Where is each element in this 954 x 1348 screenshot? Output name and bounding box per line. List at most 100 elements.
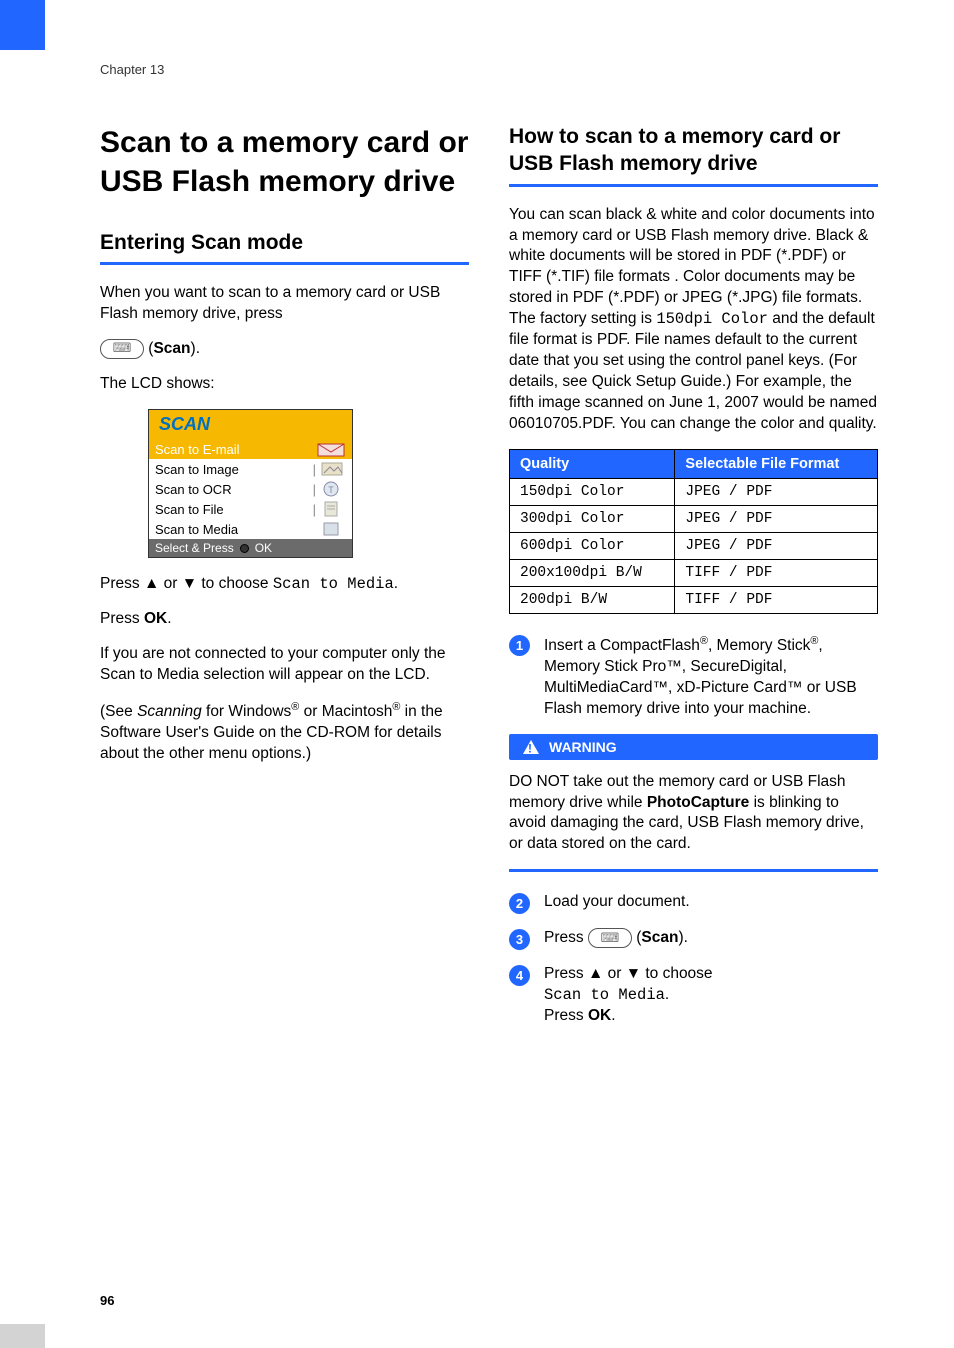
paragraph: You can scan black & white and color doc… [509,205,878,435]
step-body: Insert a CompactFlash®, Memory Stick®, M… [544,634,878,720]
paragraph: Press OK. [100,609,469,630]
lcd-item-label: Scan to OCR [155,482,313,497]
step-number: 1 [509,635,530,656]
svg-text:T: T [328,485,334,495]
lcd-item: Scan to Image | [149,459,352,479]
table-row: 600dpi ColorJPEG / PDF [510,532,878,559]
table-row: 150dpi ColorJPEG / PDF [510,478,878,505]
cell: 200dpi B/W [510,586,675,613]
lcd-item-selected: Scan to E-mail [149,439,352,459]
cell: 200x100dpi B/W [510,559,675,586]
page-number: 96 [100,1293,114,1308]
main-heading: Scan to a memory card or USB Flash memor… [100,123,469,201]
text: You can scan black & white and color doc… [509,206,875,328]
scan-key-icon: ⌨ [588,928,632,948]
lcd-footer-text: Select & Press [155,541,234,555]
cell: JPEG / PDF [675,478,878,505]
lcd-title: SCAN [149,410,352,439]
down-arrow-icon: ▼ [182,575,197,592]
step-number: 2 [509,893,530,914]
step-body: Load your document. [544,892,690,913]
text: Press [100,575,144,592]
lcd-item-label: Scan to Media [155,522,316,537]
text: Press [100,610,144,627]
table-row: 200dpi B/WTIFF / PDF [510,586,878,613]
text: (See [100,703,137,720]
warning-header: ! WARNING [509,734,878,760]
lcd-footer: Select & Press OK [149,539,352,557]
warning-exclamation-icon: ! [528,741,532,755]
step-body: Press ⌨ (Scan). [544,928,688,949]
warning-rule [509,869,878,872]
step-number: 3 [509,929,530,950]
paragraph: (See Scanning for Windows® or Macintosh®… [100,700,469,765]
lcd-footer-ok: OK [255,541,272,555]
ok-label: OK [588,1007,611,1024]
down-arrow-icon: ▼ [626,965,641,982]
quality-table: Quality Selectable File Format 150dpi Co… [509,449,878,614]
text: and the default file format is PDF. File… [509,310,877,432]
heading-rule [100,262,469,265]
col-header-format: Selectable File Format [675,449,878,478]
text: for Windows [202,703,292,720]
text: or Macintosh [299,703,392,720]
col-header-quality: Quality [510,449,675,478]
step-3: 3 Press ⌨ (Scan). [509,928,878,950]
mono-value: Scan to Media [273,575,394,593]
cell: JPEG / PDF [675,505,878,532]
mono-value: 150dpi Color [656,310,768,328]
cell: 300dpi Color [510,505,675,532]
up-arrow-icon: ▲ [144,575,159,592]
page: Chapter 13 Scan to a memory card or USB … [0,0,954,1348]
paragraph: If you are not connected to your compute… [100,644,469,686]
side-tab-top [0,0,45,50]
text: When you want to scan to a memory card o… [100,284,440,322]
cell: TIFF / PDF [675,586,878,613]
chapter-label: Chapter 13 [100,62,878,77]
up-arrow-icon: ▲ [588,965,603,982]
text: Press [544,929,588,946]
emphasis: Scanning [137,703,202,720]
text: , Memory Stick [708,637,810,654]
step-1: 1 Insert a CompactFlash®, Memory Stick®,… [509,634,878,720]
paragraph: ⌨ (Scan). [100,339,469,360]
side-tab-bottom [0,1324,45,1348]
lcd-item-label: Scan to File [155,502,313,517]
registered-mark: ® [700,635,708,647]
paragraph: The LCD shows: [100,374,469,395]
paragraph: When you want to scan to a memory card o… [100,283,469,325]
ok-label: OK [144,610,167,627]
ok-dot-icon [240,544,249,553]
lcd-item-label: Scan to E-mail [155,442,316,457]
scan-label: Scan [641,929,678,946]
cell: TIFF / PDF [675,559,878,586]
media-icon [316,520,346,538]
cell: 150dpi Color [510,478,675,505]
step-4: 4 Press ▲ or ▼ to choose Scan to Media. … [509,964,878,1027]
lcd-item: Scan to Media [149,519,352,539]
text: to choose [641,965,713,982]
cell: JPEG / PDF [675,532,878,559]
two-column-layout: Scan to a memory card or USB Flash memor… [100,93,878,1041]
lcd-item-label: Scan to Image [155,462,313,477]
text: Press [544,1007,588,1024]
sub-heading-how-to-scan: How to scan to a memory card or USB Flas… [509,123,878,178]
cell: 600dpi Color [510,532,675,559]
scan-key-icon: ⌨ [100,339,144,359]
text: Insert a CompactFlash [544,637,700,654]
step-body: Press ▲ or ▼ to choose Scan to Media. Pr… [544,964,713,1027]
paragraph: Press ▲ or ▼ to choose Scan to Media. [100,574,469,595]
step-2: 2 Load your document. [509,892,878,914]
bold: PhotoCapture [647,794,749,811]
scan-label: Scan [153,340,190,357]
warning-text: DO NOT take out the memory card or USB F… [509,772,878,856]
text: to choose [197,575,273,592]
lcd-item: Scan to File | [149,499,352,519]
file-icon [316,500,346,518]
table-row: 300dpi ColorJPEG / PDF [510,505,878,532]
mono-value: Scan to Media [544,986,665,1004]
right-column: How to scan to a memory card or USB Flas… [509,93,878,1041]
lcd-display: SCAN Scan to E-mail Scan to Image | Scan… [148,409,353,558]
step-number: 4 [509,965,530,986]
envelope-icon [316,440,346,458]
